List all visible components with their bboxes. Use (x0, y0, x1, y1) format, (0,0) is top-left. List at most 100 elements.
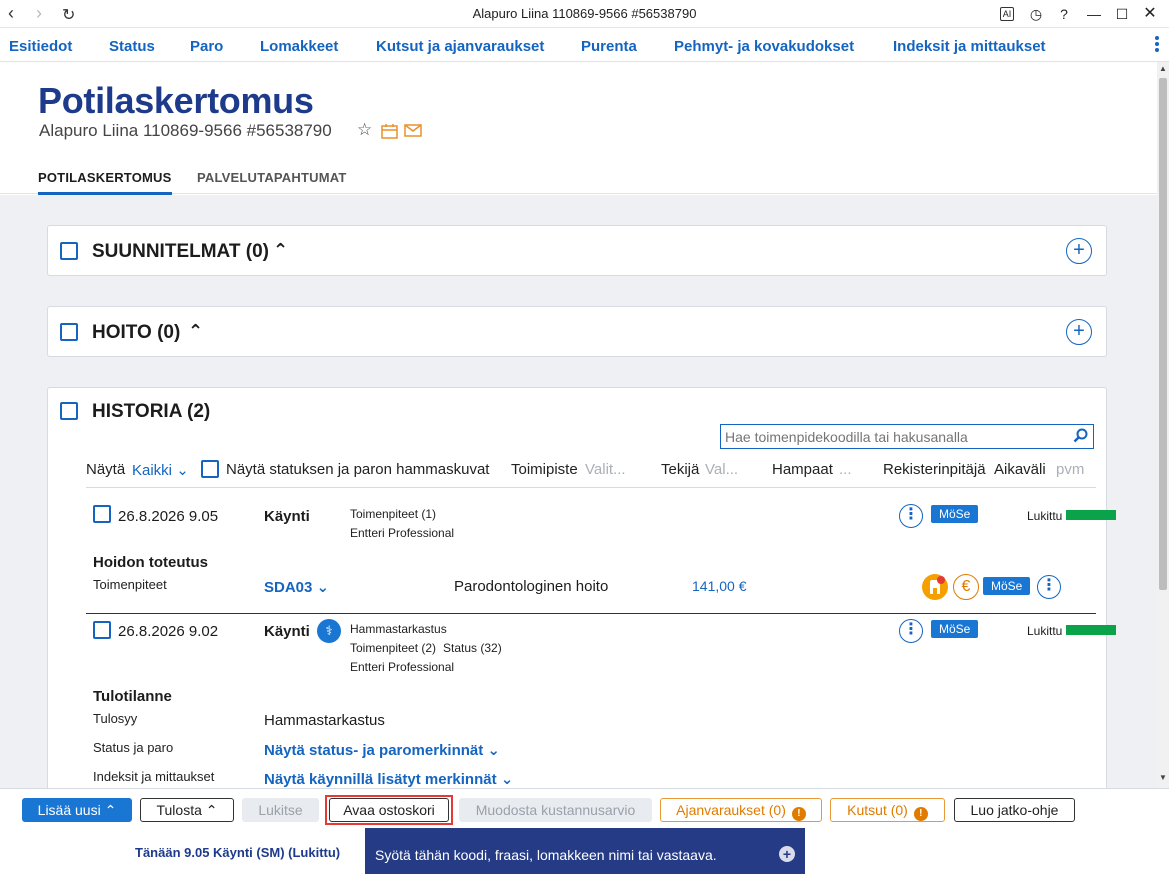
historia-search-input[interactable] (723, 426, 1063, 447)
menu-kutsut[interactable]: Kutsut ja ajanvaraukset (376, 38, 544, 55)
scrollbar-thumb[interactable] (1159, 78, 1167, 590)
plus-icon[interactable]: + (779, 846, 795, 862)
entry-2-checkbox[interactable] (93, 621, 111, 639)
patient-info: Alapuro Liina 110869-9566 #56538790 (39, 121, 332, 140)
print-label: Tulosta (156, 802, 202, 818)
entry-2-badge[interactable]: MöSe (931, 620, 979, 638)
menu-purenta[interactable]: Purenta (581, 38, 637, 55)
historia-checkbox[interactable] (60, 402, 78, 420)
cost-estimate-button[interactable]: Muodosta kustannusarvio (459, 798, 652, 822)
mail-icon[interactable] (404, 124, 422, 142)
command-input[interactable]: Syötä tähän koodi, fraasi, lomakkeen nim… (375, 847, 717, 863)
calendar-icon[interactable] (381, 123, 398, 144)
hoito-checkbox[interactable] (60, 323, 78, 341)
entry-1-row-label: Toimenpiteet (93, 577, 167, 592)
entry-1-lock-bar (1066, 510, 1116, 520)
lock-button[interactable]: Lukitse (242, 798, 319, 822)
entry-1-code[interactable]: SDA03 ⌄ (264, 578, 329, 596)
filter-show-label: Näytä (86, 461, 126, 478)
chevron-down-icon: ⌄ (500, 771, 514, 788)
open-cart-button[interactable]: Avaa ostoskori (329, 798, 449, 822)
add-hoito-button[interactable]: + (1066, 319, 1092, 345)
add-suunnitelma-button[interactable]: + (1066, 238, 1092, 264)
entry-1-badge[interactable]: MöSe (931, 505, 979, 523)
menu-esitiedot[interactable]: Esitiedot (9, 38, 72, 55)
chevron-up-icon: ⌃ (205, 802, 218, 818)
status-bar: Tänään 9.05 Käynti (SM) (Lukittu) Syötä … (0, 828, 1169, 874)
chevron-up-icon[interactable]: ⌃ (273, 240, 288, 261)
close-icon[interactable]: ✕ (1140, 4, 1160, 24)
entry-1-section-title: Hoidon toteutus (93, 554, 208, 571)
command-bar[interactable]: Syötä tähän koodi, fraasi, lomakkeen nim… (365, 828, 805, 874)
tab-palvelutapahtumat[interactable]: PALVELUTAPAHTUMAT (197, 170, 347, 185)
show-status-link-text: Näytä status- ja paromerkinnät (264, 742, 484, 759)
ai-icon[interactable]: AI (1000, 7, 1014, 21)
historia-search[interactable] (720, 424, 1094, 449)
top-menu: Esitiedot Status Paro Lomakkeet Kutsut j… (0, 28, 1169, 62)
entry-2-row-label: Indeksit ja mittaukset (93, 769, 215, 784)
panel-suunnitelmat: SUUNNITELMAT (0) ⌃ + (47, 225, 1107, 276)
filter-toimipiste-select[interactable]: Valit... (585, 461, 626, 478)
invitations-button[interactable]: Kutsut (0)! (830, 798, 945, 822)
add-new-label: Lisää uusi (37, 802, 101, 818)
entry-1-row-badge[interactable]: MöSe (983, 577, 1031, 595)
suunnitelmat-checkbox[interactable] (60, 242, 78, 260)
appointments-button[interactable]: Ajanvaraukset (0)! (660, 798, 822, 822)
entry-1-row-more-button[interactable]: ⋮ (1037, 575, 1061, 599)
filter-toimipiste-label: Toimipiste (511, 461, 578, 478)
menu-lomakkeet[interactable]: Lomakkeet (260, 38, 338, 55)
maximize-icon[interactable]: ☐ (1112, 4, 1132, 24)
divider (86, 487, 1096, 488)
divider (86, 613, 1096, 614)
followup-button[interactable]: Luo jatko-ohje (954, 798, 1075, 822)
menu-status[interactable]: Status (109, 38, 155, 55)
panel-hoito: HOITO (0) ⌃ + (47, 306, 1107, 357)
chevron-up-icon[interactable]: ⌃ (188, 321, 203, 342)
show-indexes-link[interactable]: Näytä käynnillä lisätyt merkinnät ⌄ (264, 770, 513, 788)
search-icon[interactable] (1073, 428, 1088, 446)
entry-1-detail: Toimenpiteet (1) (350, 507, 437, 521)
filter-show-select[interactable]: Kaikki ⌄ (132, 461, 189, 479)
entry-2-lock-status: Lukittu (1027, 624, 1063, 638)
scroll-down-icon[interactable]: ▼ (1159, 773, 1167, 782)
entry-1-date: 26.8.2026 9.05 (118, 508, 219, 525)
chevron-down-icon: ⌄ (176, 462, 189, 479)
tooth-icon[interactable] (922, 574, 948, 600)
content-area: SUUNNITELMAT (0) ⌃ + HOITO (0) ⌃ + HISTO… (0, 195, 1157, 788)
filter-tekija-select[interactable]: Val... (705, 461, 738, 478)
entry-1-checkbox[interactable] (93, 505, 111, 523)
tab-potilaskertomus[interactable]: POTILASKERTOMUS (38, 170, 172, 195)
show-status-link[interactable]: Näytä status- ja paromerkinnät ⌄ (264, 741, 500, 759)
filter-hampaat-select[interactable]: ... (839, 461, 852, 478)
more-menu-icon[interactable] (1152, 35, 1162, 55)
filter-show-value: Kaikki (132, 462, 173, 479)
entry-2-visit-reason: Hammastarkastus (350, 622, 447, 636)
status-images-checkbox[interactable] (201, 460, 219, 478)
help-icon[interactable]: ? (1054, 4, 1074, 24)
visit-status: Tänään 9.05 Käynti (SM) (Lukittu) (135, 845, 341, 860)
filter-hampaat-label: Hampaat (772, 461, 833, 478)
entry-2-type: Käynti (264, 623, 310, 640)
history-icon[interactable]: ◷ (1026, 4, 1046, 24)
bottom-toolbar: Lisää uusi ⌃ Tulosta ⌃ Lukitse Avaa osto… (0, 788, 1169, 828)
minimize-icon[interactable]: — (1084, 4, 1104, 24)
entry-2-author: Entteri Professional (350, 660, 455, 674)
star-icon[interactable]: ☆ (357, 120, 372, 140)
chevron-down-icon: ⌄ (316, 579, 330, 596)
add-new-button[interactable]: Lisää uusi ⌃ (22, 798, 132, 822)
filter-aikavali-input[interactable]: pvm (1056, 461, 1084, 478)
euro-icon[interactable]: € (953, 574, 979, 600)
historia-title: HISTORIA (2) (92, 401, 211, 422)
entry-2-more-button[interactable]: ⋮ (899, 619, 923, 643)
menu-paro[interactable]: Paro (190, 38, 223, 55)
hoito-title: HOITO (0) (92, 322, 181, 343)
filter-rekisterinpitaja-label: Rekisterinpitäjä (883, 461, 986, 478)
menu-indeksit[interactable]: Indeksit ja mittaukset (893, 38, 1046, 55)
print-button[interactable]: Tulosta ⌃ (140, 798, 234, 822)
menu-pehmyt[interactable]: Pehmyt- ja kovakudokset (674, 38, 854, 55)
warning-icon: ! (791, 807, 806, 821)
appointments-label: Ajanvaraukset (0) (676, 802, 786, 818)
scroll-up-icon[interactable]: ▲ (1159, 64, 1167, 73)
entry-1-more-button[interactable]: ⋮ (899, 504, 923, 528)
status-images-label: Näytä statuksen ja paron hammaskuvat (226, 461, 490, 478)
